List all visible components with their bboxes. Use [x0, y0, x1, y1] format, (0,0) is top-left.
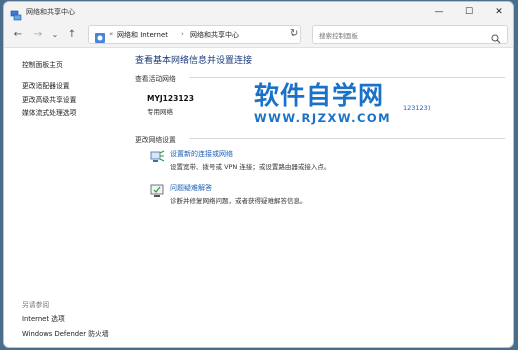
- sidebar-item-advanced-sharing-settings[interactable]: 更改高级共享设置: [22, 94, 76, 104]
- search-box[interactable]: 搜索控制面板: [312, 25, 508, 44]
- troubleshoot-problems-link[interactable]: 问题疑难解答: [170, 183, 212, 193]
- watermark: 软件自学网 WWW.RJZXW.COM: [254, 81, 404, 125]
- sidebar-item-internet-options[interactable]: Internet 选项: [22, 313, 65, 323]
- navigation-bar: ← → ⌄ ↑ « 网络和 Internet › 网络和共享中心 ⌄ ↻ 搜索控…: [4, 22, 513, 48]
- connection-link[interactable]: 123123): [403, 104, 430, 112]
- troubleshoot-icon: [149, 183, 165, 197]
- watermark-url: WWW.RJZXW.COM: [254, 111, 392, 125]
- see-also-heading: 另请参阅: [22, 301, 50, 309]
- new-connection-icon: [149, 149, 165, 163]
- sidebar-item-change-adapter-settings[interactable]: 更改适配器设置: [22, 80, 70, 90]
- breadcrumb-arrow-icon: ›: [181, 30, 184, 38]
- breadcrumb-network-sharing-center[interactable]: 网络和共享中心: [190, 30, 239, 40]
- window-title: 网络和共享中心: [26, 8, 75, 16]
- control-panel-icon: [94, 29, 106, 43]
- recent-locations-dropdown[interactable]: ⌄: [48, 27, 62, 41]
- change-settings-divider: [189, 138, 505, 139]
- back-button[interactable]: ←: [11, 27, 25, 41]
- sidebar-item-windows-defender-firewall[interactable]: Windows Defender 防火墙: [22, 328, 109, 338]
- forward-button[interactable]: →: [31, 27, 45, 41]
- search-placeholder: 搜索控制面板: [319, 32, 358, 40]
- troubleshoot-problems-description: 诊断并修复网络问题，或者获得疑难解答信息。: [170, 197, 307, 205]
- sidebar-item-media-streaming[interactable]: 媒体流式处理选项: [22, 107, 76, 117]
- page-title: 查看基本网络信息并设置连接: [135, 56, 253, 66]
- setup-new-connection-link[interactable]: 设置新的连接或网络: [170, 149, 233, 159]
- network-name: MYJ123123: [147, 94, 194, 103]
- search-icon[interactable]: [491, 29, 501, 48]
- address-bar[interactable]: « 网络和 Internet › 网络和共享中心 ⌄: [88, 25, 301, 44]
- sidebar: 控制面板主页 更改适配器设置 更改高级共享设置 媒体流式处理选项 另请参阅 In…: [4, 49, 124, 347]
- refresh-button[interactable]: ↻: [290, 28, 298, 39]
- watermark-title: 软件自学网: [254, 81, 385, 110]
- close-button[interactable]: ✕: [484, 2, 513, 22]
- sidebar-item-control-panel-home[interactable]: 控制面板主页: [22, 59, 63, 69]
- up-button[interactable]: ↑: [65, 27, 79, 41]
- minimize-button[interactable]: —: [424, 2, 454, 22]
- active-networks-divider: [189, 77, 505, 78]
- network-sharing-center-window: 网络和共享中心 — ☐ ✕ ← → ⌄ ↑ « 网络和 Internet › 网…: [3, 1, 514, 348]
- breadcrumb-network-internet[interactable]: 网络和 Internet: [117, 30, 168, 40]
- maximize-button[interactable]: ☐: [454, 2, 484, 22]
- setup-new-connection-description: 设置宽带、拨号或 VPN 连接；或设置路由器或接入点。: [170, 163, 331, 171]
- network-app-icon: [10, 6, 22, 21]
- change-network-settings-heading: 更改网络设置: [135, 136, 176, 144]
- active-networks-heading: 查看活动网络: [135, 75, 176, 83]
- network-type: 专用网络: [147, 108, 173, 116]
- address-overflow-icon[interactable]: «: [109, 30, 113, 38]
- title-bar[interactable]: 网络和共享中心 — ☐ ✕: [4, 2, 513, 22]
